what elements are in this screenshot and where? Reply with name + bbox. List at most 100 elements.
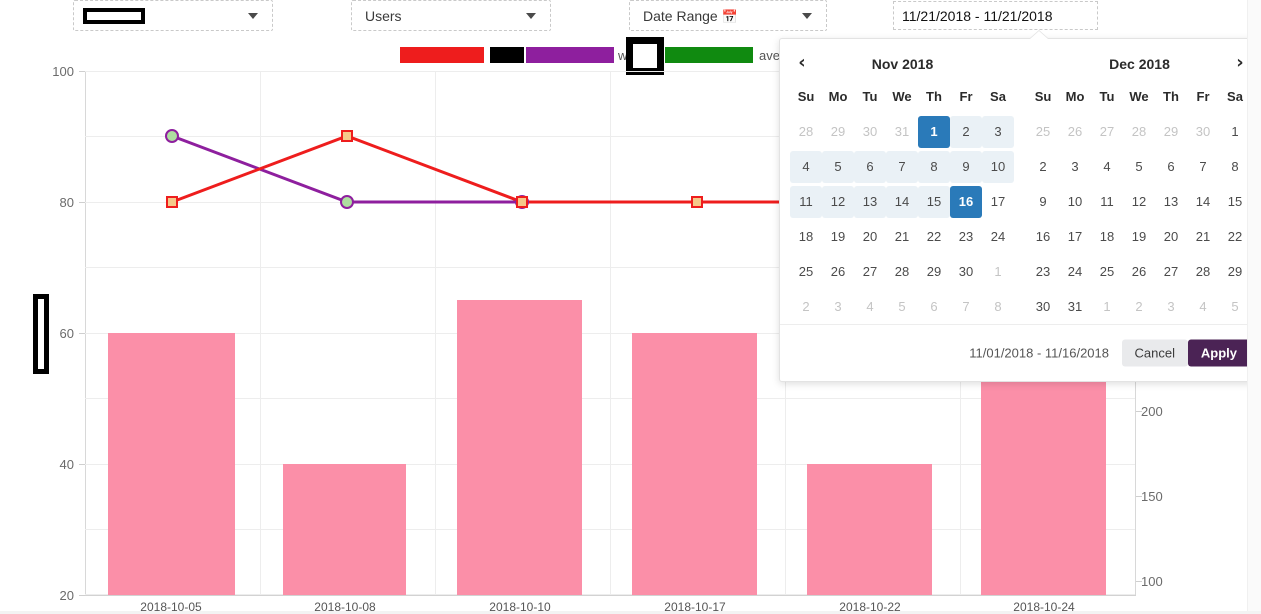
calendar-day-27[interactable]: 27 bbox=[1155, 256, 1187, 288]
calendar-day-29[interactable]: 29 bbox=[1155, 116, 1187, 148]
chevron-down-icon[interactable] bbox=[248, 12, 258, 19]
calendar-day-26[interactable]: 26 bbox=[822, 256, 854, 288]
calendar-day-16[interactable]: 16 bbox=[950, 186, 982, 218]
calendar-day-2[interactable]: 2 bbox=[950, 116, 982, 148]
calendar-day-4[interactable]: 4 bbox=[1091, 151, 1123, 183]
calendar-day-28[interactable]: 28 bbox=[1123, 116, 1155, 148]
calendar-day-26[interactable]: 26 bbox=[1123, 256, 1155, 288]
calendar-day-20[interactable]: 20 bbox=[854, 221, 886, 253]
calendar-day-6[interactable]: 6 bbox=[854, 151, 886, 183]
calendar-day-5[interactable]: 5 bbox=[822, 151, 854, 183]
calendar-day-3[interactable]: 3 bbox=[822, 291, 854, 323]
calendar-day-3[interactable]: 3 bbox=[982, 116, 1014, 148]
calendar-day-20[interactable]: 20 bbox=[1155, 221, 1187, 253]
calendar-day-11[interactable]: 11 bbox=[790, 186, 822, 218]
calendar-day-9[interactable]: 9 bbox=[1027, 186, 1059, 218]
calendar-day-4[interactable]: 4 bbox=[790, 151, 822, 183]
filter-users[interactable]: Users bbox=[351, 0, 551, 31]
calendar-day-5[interactable]: 5 bbox=[886, 291, 918, 323]
calendar-day-30[interactable]: 30 bbox=[950, 256, 982, 288]
calendar-day-12[interactable]: 12 bbox=[1123, 186, 1155, 218]
calendar-day-12[interactable]: 12 bbox=[822, 186, 854, 218]
calendar-day-21[interactable]: 21 bbox=[886, 221, 918, 253]
chevron-left-icon[interactable]: ‹ bbox=[790, 52, 814, 76]
calendar-day-3[interactable]: 3 bbox=[1155, 291, 1187, 323]
calendar-day-24[interactable]: 24 bbox=[982, 221, 1014, 253]
calendar-day-5[interactable]: 5 bbox=[1123, 151, 1155, 183]
calendar-day-2[interactable]: 2 bbox=[1027, 151, 1059, 183]
calendar-day-2[interactable]: 2 bbox=[1123, 291, 1155, 323]
calendar-day-7[interactable]: 7 bbox=[950, 291, 982, 323]
purple-marker[interactable] bbox=[165, 129, 179, 143]
calendar-day-22[interactable]: 22 bbox=[918, 221, 950, 253]
calendar-day-1[interactable]: 1 bbox=[982, 256, 1014, 288]
calendar-day-16[interactable]: 16 bbox=[1027, 221, 1059, 253]
calendar-day-14[interactable]: 14 bbox=[886, 186, 918, 218]
calendar-day-18[interactable]: 18 bbox=[790, 221, 822, 253]
apply-button[interactable]: Apply bbox=[1187, 339, 1250, 367]
calendar-day-6[interactable]: 6 bbox=[918, 291, 950, 323]
calendar-day-29[interactable]: 29 bbox=[918, 256, 950, 288]
purple-marker[interactable] bbox=[340, 195, 354, 209]
red-marker[interactable] bbox=[341, 130, 353, 142]
calendar-day-28[interactable]: 28 bbox=[886, 256, 918, 288]
calendar-day-6[interactable]: 6 bbox=[1155, 151, 1187, 183]
calendar-week-row: 4 5 6 7 8 9 10 bbox=[790, 151, 1015, 186]
calendar-day-31[interactable]: 31 bbox=[1059, 291, 1091, 323]
calendar-day-4[interactable]: 4 bbox=[1187, 291, 1219, 323]
calendar-day-1[interactable]: 1 bbox=[918, 116, 950, 148]
date-range-input[interactable]: 11/21/2018 - 11/21/2018 bbox=[893, 1, 1098, 30]
calendar-day-8[interactable]: 8 bbox=[982, 291, 1014, 323]
calendar-day-15[interactable]: 15 bbox=[918, 186, 950, 218]
calendar-day-8[interactable]: 8 bbox=[918, 151, 950, 183]
calendar-day-26[interactable]: 26 bbox=[1059, 116, 1091, 148]
x-axis-line bbox=[85, 595, 1136, 596]
calendar-day-31[interactable]: 31 bbox=[886, 116, 918, 148]
calendar-dow-fr: Fr bbox=[1196, 89, 1210, 104]
calendar-day-2[interactable]: 2 bbox=[790, 291, 822, 323]
calendar-day-30[interactable]: 30 bbox=[854, 116, 886, 148]
calendar-dow-tu: Tu bbox=[1099, 89, 1115, 104]
calendar-day-14[interactable]: 14 bbox=[1187, 186, 1219, 218]
calendar-day-19[interactable]: 19 bbox=[1123, 221, 1155, 253]
scrollbar-track[interactable] bbox=[1247, 0, 1261, 614]
calendar-day-30[interactable]: 30 bbox=[1027, 291, 1059, 323]
calendar-day-27[interactable]: 27 bbox=[854, 256, 886, 288]
calendar-day-29[interactable]: 29 bbox=[822, 116, 854, 148]
red-marker[interactable] bbox=[691, 196, 703, 208]
calendar-december: Dec 2018 › Su Mo Tu We Th Fr Sa 25 26 27 28 29 30 1 2… bbox=[1027, 47, 1252, 326]
chevron-down-icon[interactable] bbox=[526, 12, 536, 19]
calendar-day-4[interactable]: 4 bbox=[854, 291, 886, 323]
red-marker[interactable] bbox=[516, 196, 528, 208]
calendar-day-23[interactable]: 23 bbox=[950, 221, 982, 253]
calendar-day-17[interactable]: 17 bbox=[982, 186, 1014, 218]
calendar-day-25[interactable]: 25 bbox=[1027, 116, 1059, 148]
calendar-day-28[interactable]: 28 bbox=[790, 116, 822, 148]
calendar-day-23[interactable]: 23 bbox=[1027, 256, 1059, 288]
cancel-button[interactable]: Cancel bbox=[1121, 339, 1188, 367]
calendar-day-25[interactable]: 25 bbox=[790, 256, 822, 288]
calendar-day-30[interactable]: 30 bbox=[1187, 116, 1219, 148]
calendar-day-13[interactable]: 13 bbox=[1155, 186, 1187, 218]
calendar-day-27[interactable]: 27 bbox=[1091, 116, 1123, 148]
calendar-day-25[interactable]: 25 bbox=[1091, 256, 1123, 288]
calendar-day-21[interactable]: 21 bbox=[1187, 221, 1219, 253]
calendar-day-7[interactable]: 7 bbox=[1187, 151, 1219, 183]
calendar-icon: 📅 bbox=[721, 8, 738, 24]
calendar-day-3[interactable]: 3 bbox=[1059, 151, 1091, 183]
red-marker[interactable] bbox=[166, 196, 178, 208]
calendar-day-11[interactable]: 11 bbox=[1091, 186, 1123, 218]
calendar-day-19[interactable]: 19 bbox=[822, 221, 854, 253]
calendar-day-10[interactable]: 10 bbox=[1059, 186, 1091, 218]
calendar-day-28[interactable]: 28 bbox=[1187, 256, 1219, 288]
calendar-day-24[interactable]: 24 bbox=[1059, 256, 1091, 288]
chevron-down-icon[interactable] bbox=[802, 12, 812, 19]
calendar-day-9[interactable]: 9 bbox=[950, 151, 982, 183]
calendar-day-13[interactable]: 13 bbox=[854, 186, 886, 218]
calendar-day-10[interactable]: 10 bbox=[982, 151, 1014, 183]
calendar-day-18[interactable]: 18 bbox=[1091, 221, 1123, 253]
calendar-day-7[interactable]: 7 bbox=[886, 151, 918, 183]
filter-date-range[interactable]: Date Range 📅 bbox=[629, 0, 827, 31]
calendar-day-17[interactable]: 17 bbox=[1059, 221, 1091, 253]
calendar-day-1[interactable]: 1 bbox=[1091, 291, 1123, 323]
